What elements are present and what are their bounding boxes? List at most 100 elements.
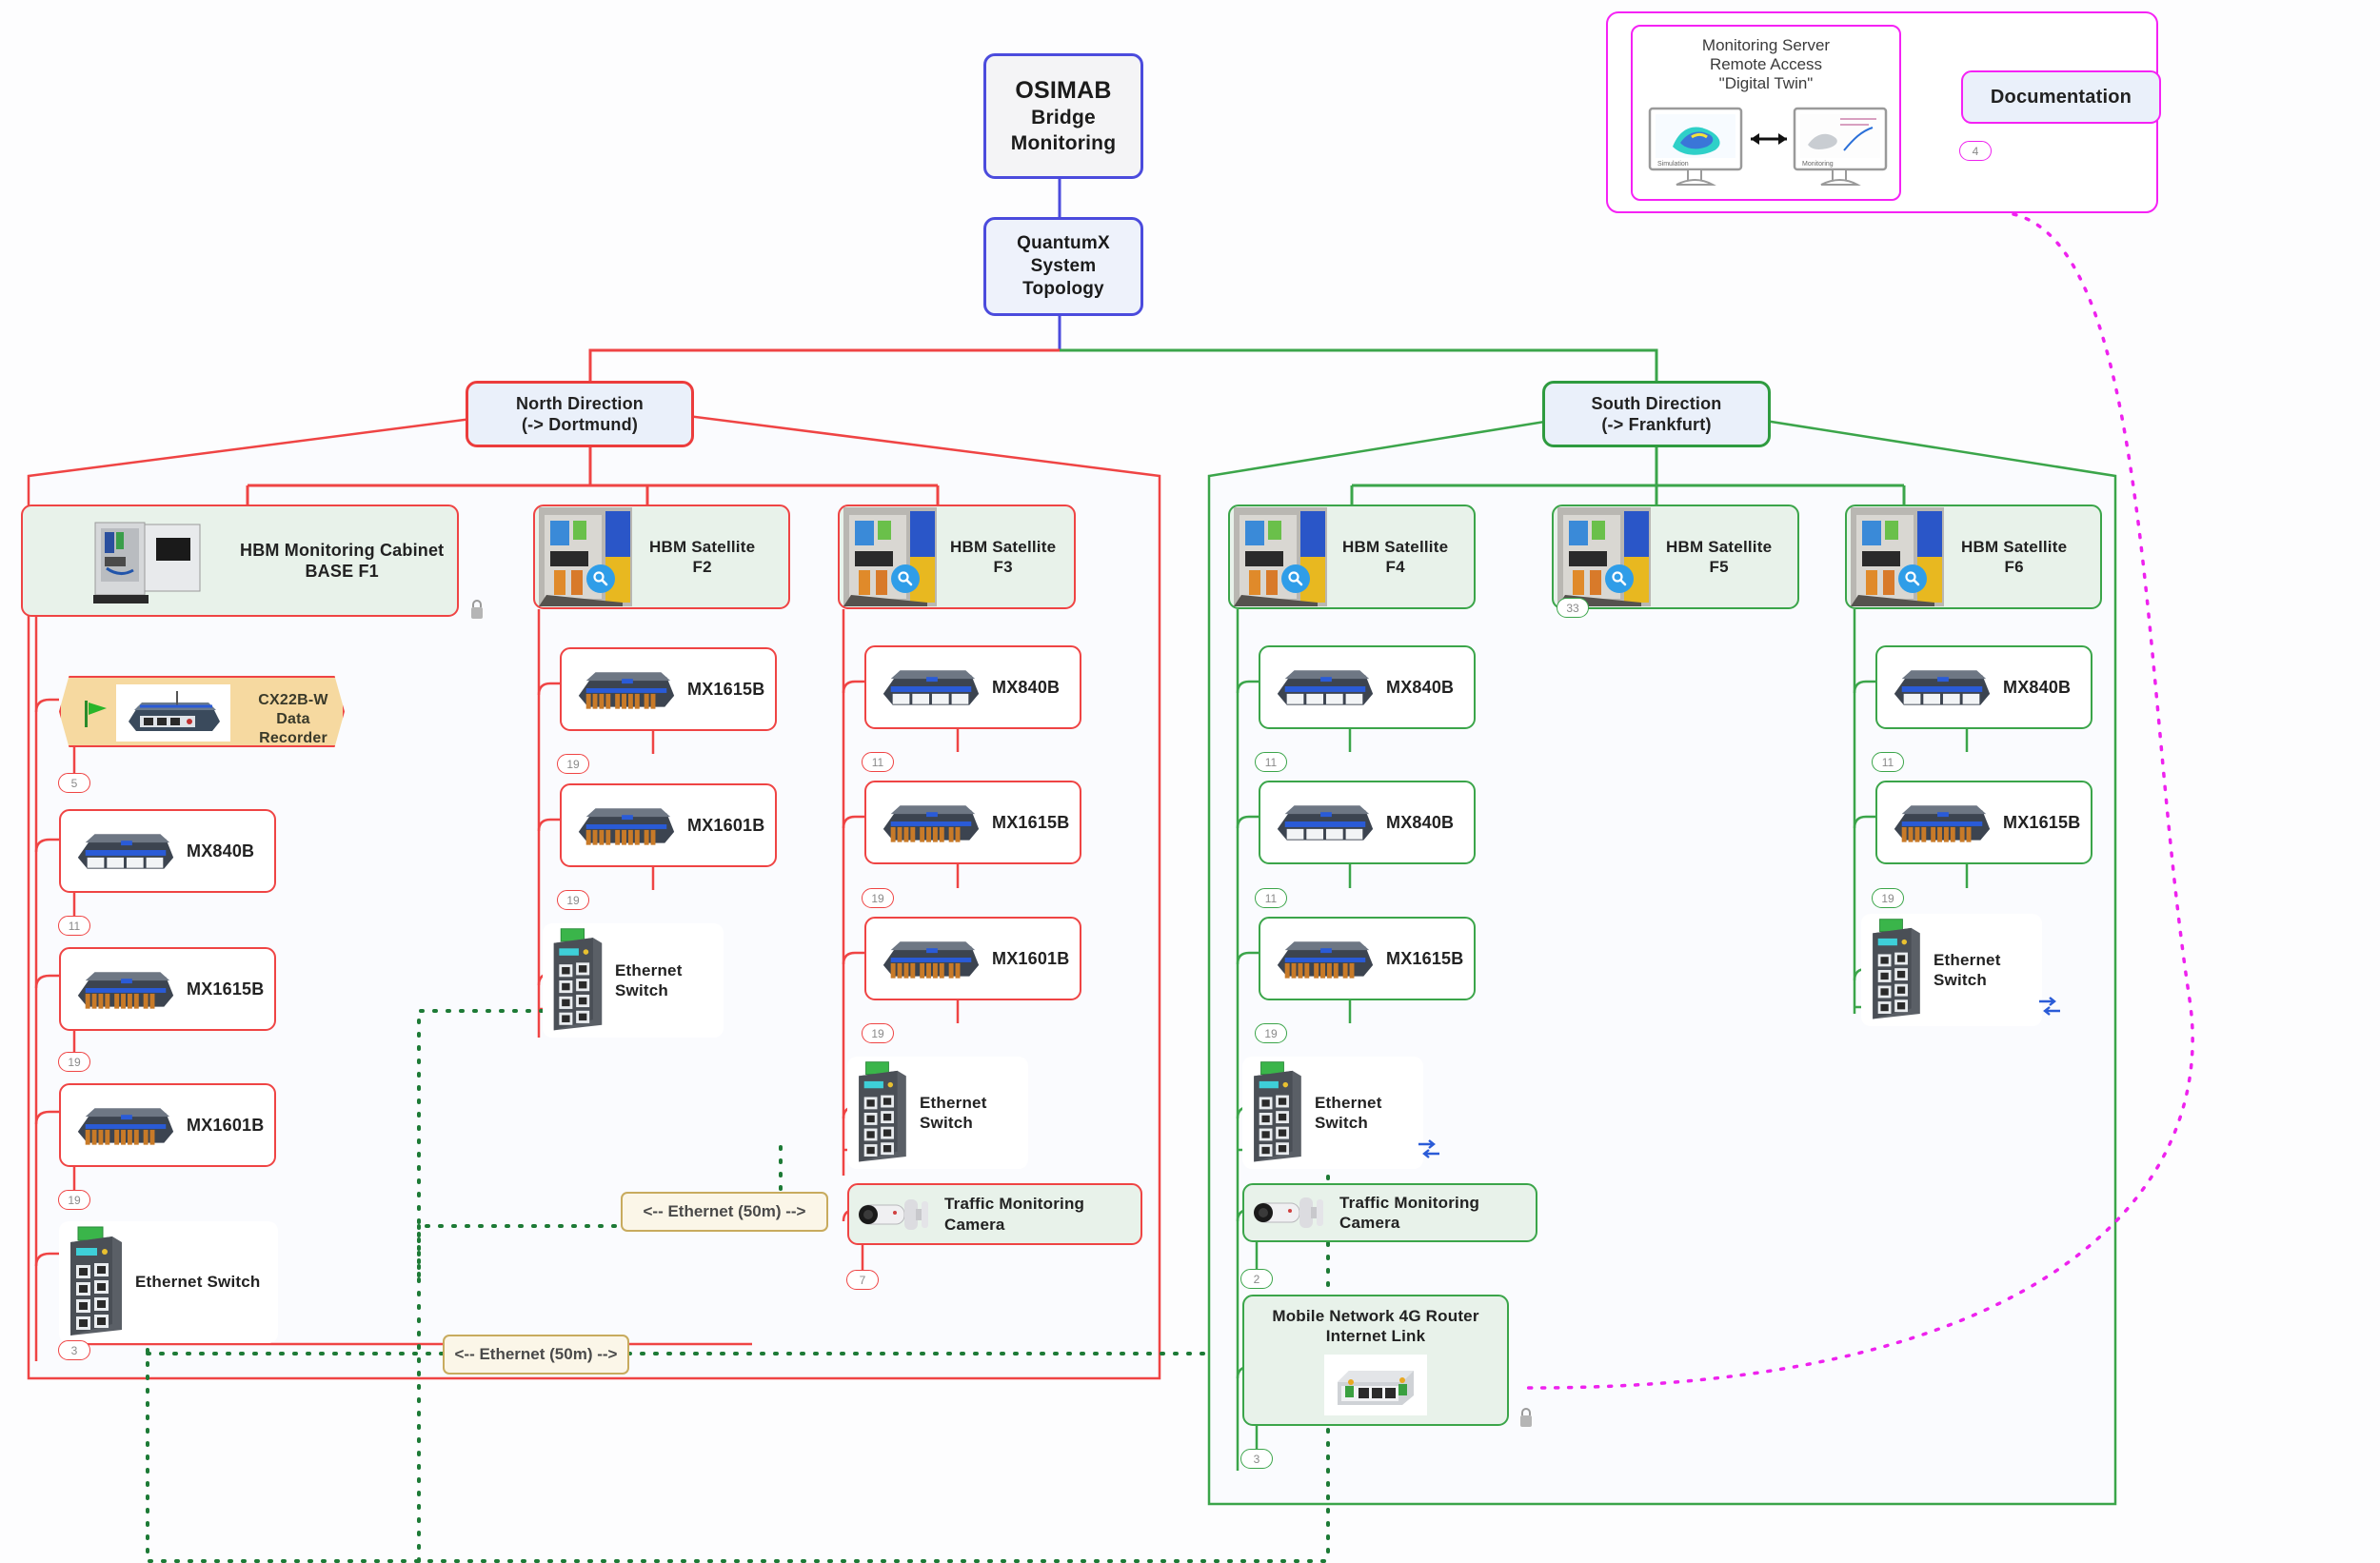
recorder-photo <box>129 691 220 731</box>
satellite-photo-f2 <box>539 507 632 606</box>
north-f2-badge-1: 19 <box>557 890 589 910</box>
monitoring-server-box[interactable]: Monitoring Server Remote Access "Digital… <box>1631 25 1901 201</box>
north-f1-device-mx1601b[interactable]: MX1601B <box>59 1083 276 1167</box>
north-f1-device-mx840b[interactable]: MX840B <box>59 809 276 893</box>
hbm-satellite-f2[interactable]: HBM Satellite F2 <box>533 505 790 609</box>
cx22bw-data-recorder[interactable]: CX22B-W Data Recorder <box>59 676 345 747</box>
south-f6-badge-0: 11 <box>1872 752 1904 772</box>
north-f2-device-mx1601b[interactable]: MX1601B <box>560 783 777 867</box>
root-title-line2: Bridge <box>1031 107 1096 129</box>
ethernet-switch-icon <box>1254 1061 1301 1162</box>
north-f3-device-mx1615b[interactable]: MX1615B <box>864 781 1081 864</box>
root-title-line1: OSIMAB <box>1015 77 1112 105</box>
camera-icon <box>1254 1197 1323 1228</box>
hbm-satellite-f6[interactable]: HBM Satellite F6 <box>1845 505 2102 609</box>
north-f3-label-2: MX1601B <box>992 948 1070 968</box>
quantumx-line2: System <box>1030 256 1097 277</box>
mx840b-photo <box>883 670 980 705</box>
south-f6-device-mx840b[interactable]: MX840B <box>1875 645 2092 729</box>
south-f6-device-mx1615b[interactable]: MX1615B <box>1875 781 2092 864</box>
north-f2-device-mx1615b[interactable]: MX1615B <box>560 647 777 731</box>
mx1615b-photo <box>1277 941 1374 979</box>
north-f2-ethernet-switch[interactable]: Ethernet Switch <box>543 923 724 1038</box>
switch-link-icon-f4 <box>1418 1139 1439 1158</box>
north-f3-device-mx840b[interactable]: MX840B <box>864 645 1081 729</box>
router-line2: Internet Link <box>1325 1327 1426 1346</box>
hbm-satellite-f3[interactable]: HBM Satellite F3 <box>838 505 1076 609</box>
satellite-photo-f5 <box>1557 507 1651 606</box>
south-f4-device-mx840b-2[interactable]: MX840B <box>1259 781 1476 864</box>
south-header-line2: (-> Frankfurt) <box>1601 415 1712 434</box>
magnifier-icon-f3[interactable] <box>891 564 920 593</box>
north-f1-device-mx1615b[interactable]: MX1615B <box>59 947 276 1031</box>
svg-text:Monitoring: Monitoring <box>1802 161 1834 168</box>
mx1601b-photo <box>77 1108 174 1145</box>
hbm-satellite-f5[interactable]: HBM Satellite F5 <box>1552 505 1799 609</box>
north-f3-ethernet-switch[interactable]: Ethernet Switch <box>847 1057 1028 1169</box>
north-f3-badge-2: 19 <box>862 1023 894 1043</box>
south-f6-ethernet-switch[interactable]: Ethernet Switch <box>1861 914 2042 1026</box>
north-f2-label-2: Ethernet Switch <box>615 960 683 999</box>
satellite-photo-f4 <box>1234 507 1327 606</box>
north-f1-badge-3: 3 <box>58 1340 90 1360</box>
quantumx-line1: QuantumX <box>1017 233 1110 254</box>
server-line3: "Digital Twin" <box>1718 74 1814 92</box>
cabinet-photo <box>93 522 201 603</box>
south-f4-ethernet-switch[interactable]: Ethernet Switch <box>1242 1057 1423 1169</box>
mx1601b-photo <box>883 941 980 979</box>
south-f4-badge-4: 2 <box>1240 1269 1273 1289</box>
hbm-satellite-f4[interactable]: HBM Satellite F4 <box>1228 505 1476 609</box>
f5-title-line2: F5 <box>1709 558 1729 576</box>
south-f6-badge-1: 19 <box>1872 888 1904 908</box>
f5-title-line1: HBM Satellite <box>1666 537 1773 556</box>
south-f4-label-4: Traffic Monitoring Camera <box>1339 1193 1480 1232</box>
south-f6-label-1: MX1615B <box>2003 812 2081 832</box>
root-title-line3: Monitoring <box>1010 131 1117 154</box>
north-f3-device-mx1601b[interactable]: MX1601B <box>864 917 1081 1000</box>
north-header-line2: (-> Dortmund) <box>521 415 639 434</box>
cabinet-line1: HBM Monitoring Cabinet <box>240 540 445 560</box>
north-f2-label-1: MX1601B <box>687 815 765 835</box>
router-badge: 3 <box>1240 1449 1273 1469</box>
satellite-photo-f6 <box>1851 507 1944 606</box>
north-f3-badge-1: 19 <box>862 888 894 908</box>
f6-title-line2: F6 <box>2004 558 2024 576</box>
north-f1-label-0: MX840B <box>187 841 255 861</box>
magnifier-icon-f6[interactable] <box>1898 564 1927 593</box>
north-f3-label-4: Traffic Monitoring Camera <box>944 1195 1085 1234</box>
south-direction-header[interactable]: South Direction (-> Frankfurt) <box>1542 381 1771 447</box>
north-f3-label-3: Ethernet Switch <box>920 1093 987 1132</box>
f3-title-line1: HBM Satellite <box>950 537 1057 556</box>
south-f4-traffic-camera[interactable]: Traffic Monitoring Camera <box>1242 1183 1537 1242</box>
magnifier-icon-f4[interactable] <box>1281 564 1310 593</box>
mobile-network-4g-router[interactable]: Mobile Network 4G Router Internet Link <box>1242 1295 1509 1426</box>
quantumx-line3: Topology <box>1022 278 1104 299</box>
documentation-node[interactable]: Documentation <box>1961 70 2161 124</box>
south-f4-device-mx1615b[interactable]: MX1615B <box>1259 917 1476 1000</box>
ethernet-note-upper: <-- Ethernet (50m) --> <box>621 1192 828 1232</box>
north-f1-ethernet-switch[interactable]: Ethernet Switch <box>59 1221 278 1343</box>
south-f4-badge-2: 19 <box>1255 1023 1287 1043</box>
recorder-line2: Data Recorder <box>259 711 327 746</box>
mx1615b-photo <box>77 972 174 1009</box>
hbm-monitoring-cabinet-base-f1[interactable]: HBM Monitoring Cabinet BASE F1 <box>21 505 459 617</box>
satellite-photo-f3 <box>843 507 937 606</box>
north-f3-badge-0: 11 <box>862 752 894 772</box>
magnifier-icon-f2[interactable] <box>586 564 615 593</box>
svg-text:Simulation: Simulation <box>1657 161 1689 168</box>
root-node-quantumx[interactable]: QuantumX System Topology <box>983 217 1143 316</box>
switch-link-icon-f6 <box>2039 997 2060 1016</box>
north-f1-label-1: MX1615B <box>187 979 265 999</box>
north-f3-traffic-camera[interactable]: Traffic Monitoring Camera <box>847 1183 1142 1245</box>
south-f6-label-2: Ethernet Switch <box>1934 950 2001 989</box>
north-f2-label-0: MX1615B <box>687 679 765 699</box>
f4-title-line1: HBM Satellite <box>1342 537 1449 556</box>
root-node-osimab[interactable]: OSIMAB Bridge Monitoring <box>983 53 1143 179</box>
twin-monitors-icon: Simulation Monitoring <box>1648 107 1888 186</box>
magnifier-icon-f5[interactable] <box>1605 564 1634 593</box>
flag-icon <box>85 701 107 727</box>
north-direction-header[interactable]: North Direction (-> Dortmund) <box>466 381 694 447</box>
mx1615b-photo <box>578 672 675 709</box>
south-f4-device-mx840b-1[interactable]: MX840B <box>1259 645 1476 729</box>
router-photo <box>1338 1370 1414 1405</box>
